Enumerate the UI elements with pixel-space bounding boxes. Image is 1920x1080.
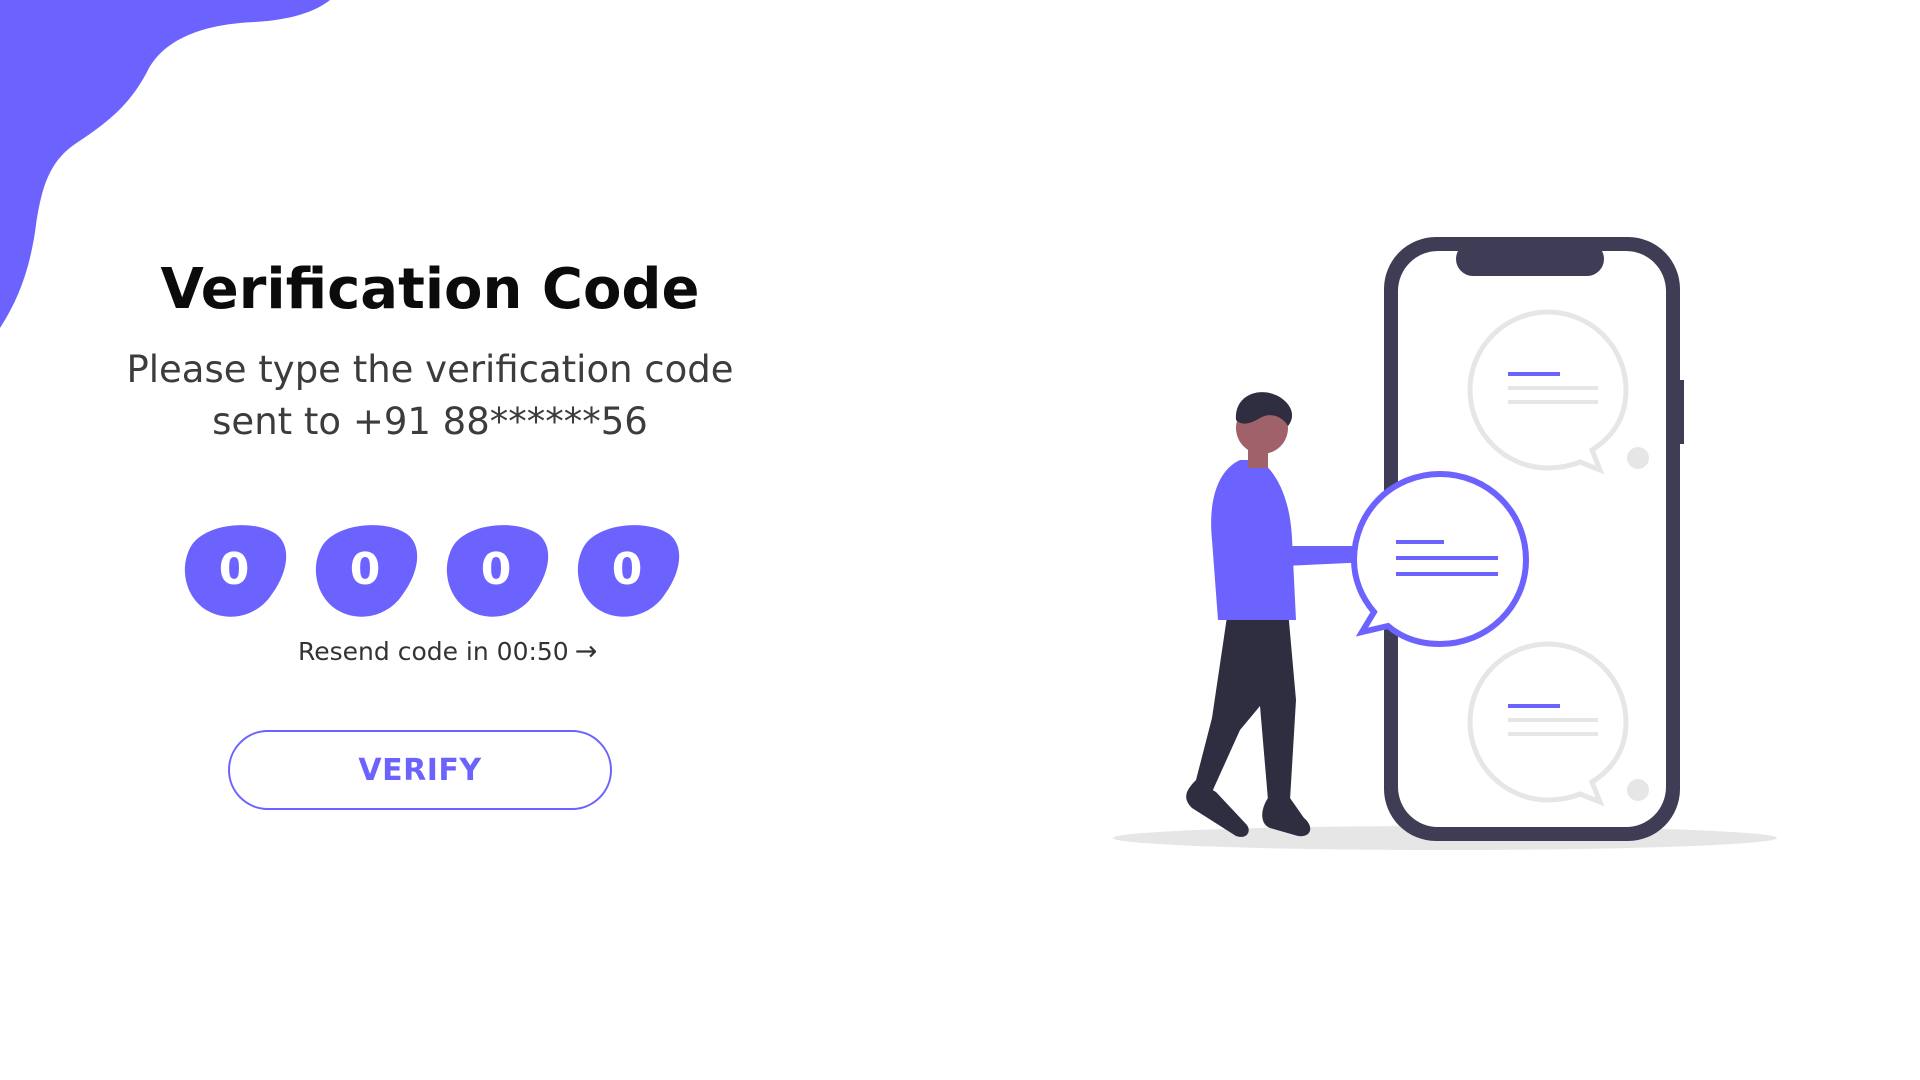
page-title: Verification Code [160, 257, 700, 322]
person-figure [1186, 392, 1400, 837]
code-digit: 0 [480, 544, 512, 595]
phone-messaging-illustration [1113, 237, 1777, 850]
code-input-row: 0 0 0 0 [180, 520, 680, 620]
chat-bubble-purple-icon [1350, 470, 1530, 648]
code-digit: 0 [611, 544, 643, 595]
verification-page: Verification Code Please type the verifi… [0, 0, 1920, 1080]
resend-code-label: Resend code in 00:50 [298, 637, 569, 666]
verification-header: Verification Code Please type the verifi… [110, 250, 750, 448]
code-input-3[interactable]: 0 [442, 520, 550, 620]
arrow-right-icon: → [574, 636, 598, 667]
resend-code-link[interactable]: Resend code in 00:50 → [298, 636, 597, 667]
code-input-1[interactable]: 0 [180, 520, 288, 620]
code-input-2[interactable]: 0 [311, 520, 419, 620]
verify-button[interactable]: VERIFY [228, 730, 612, 810]
code-digit: 0 [349, 544, 381, 595]
code-input-4[interactable]: 0 [573, 520, 681, 620]
code-digit: 0 [218, 544, 250, 595]
page-subtitle: Please type the verification code sent t… [126, 348, 734, 443]
